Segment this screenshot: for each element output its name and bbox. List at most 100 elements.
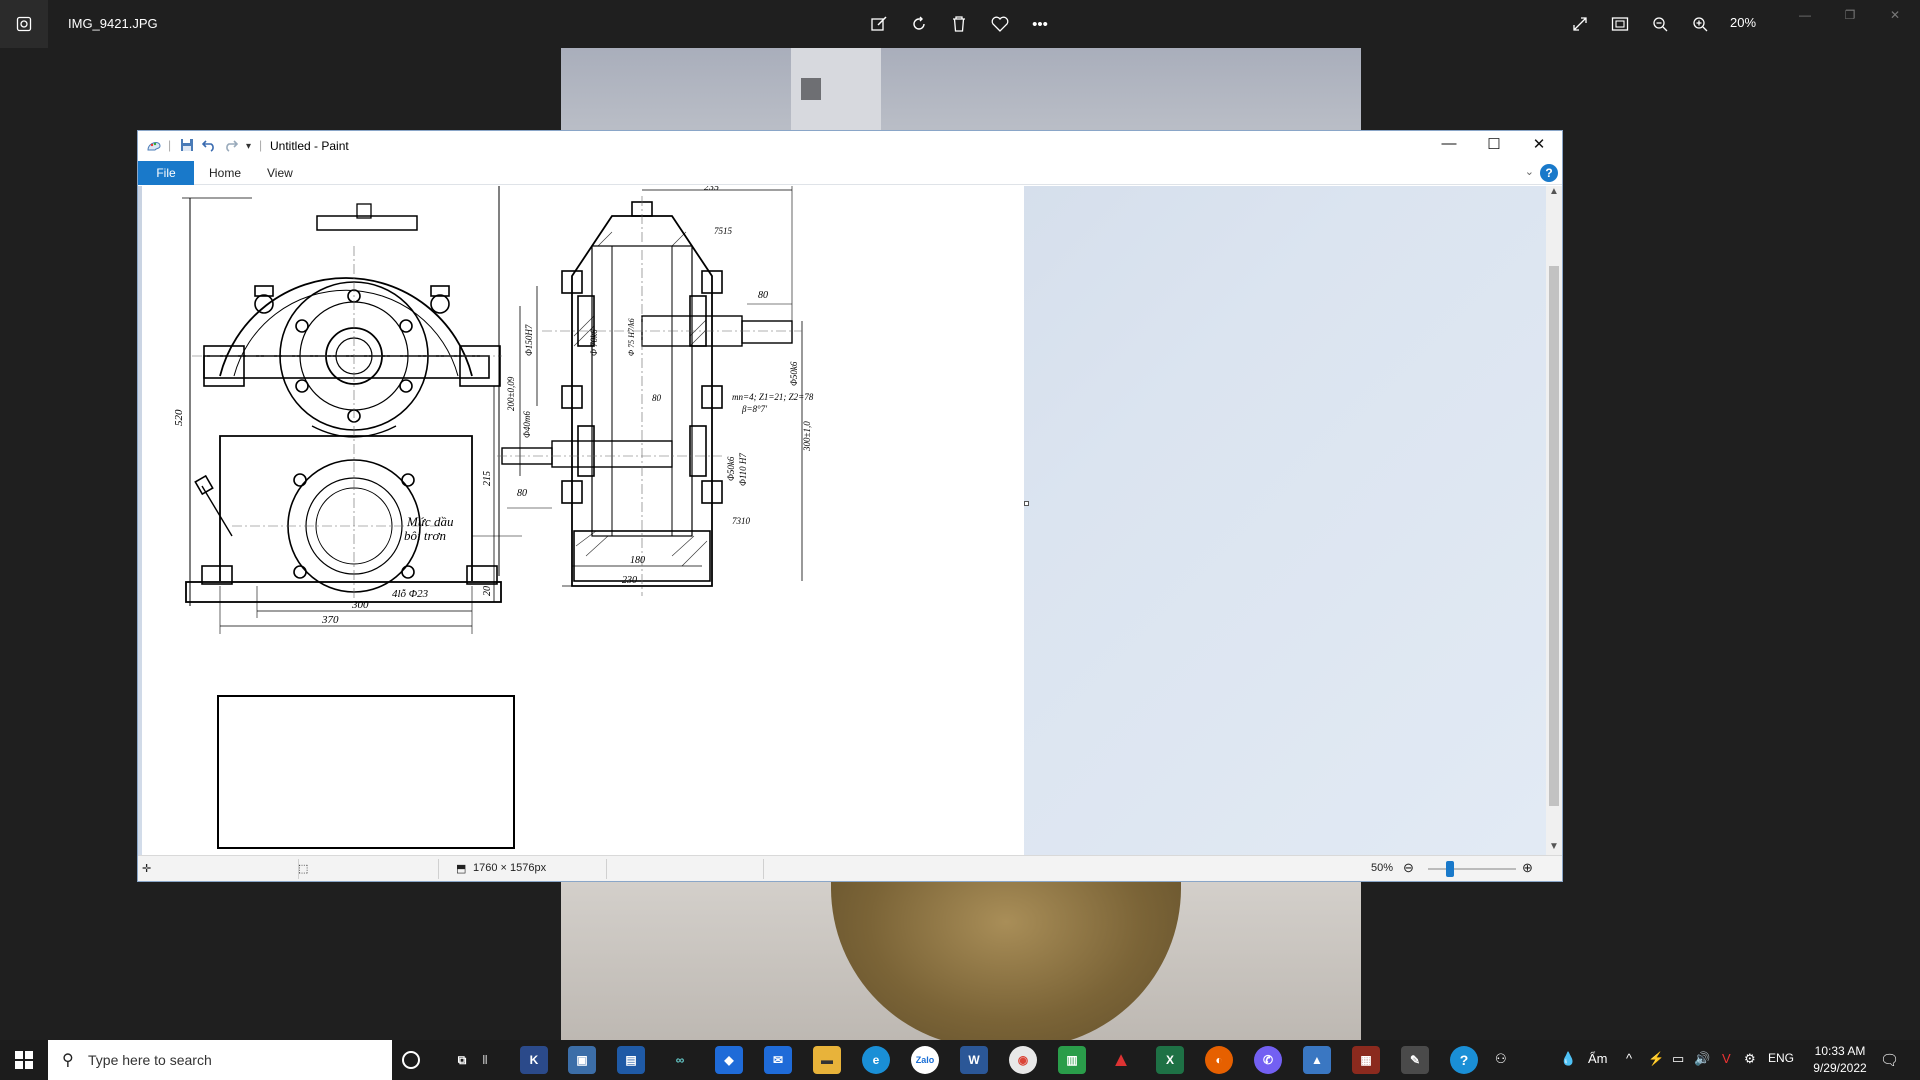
edit-image-icon[interactable] [867,12,891,36]
paint-app-icon [146,138,162,155]
edge-icon[interactable]: e [862,1046,890,1074]
redo-icon[interactable] [224,138,239,155]
title-block-box [217,695,515,849]
weather-icon[interactable]: 💧 [1560,1051,1576,1067]
label-370: 370 [321,614,339,626]
photos-app-icon[interactable] [0,0,48,48]
tab-home[interactable]: Home [209,166,241,180]
task-view-icon[interactable]: ⧉ [448,1046,476,1074]
label-230: 230 [622,575,637,586]
scrollbar-thumb[interactable] [1549,266,1559,806]
paint-maximize-icon[interactable]: ☐ [1479,135,1509,157]
word-icon[interactable]: W [960,1046,988,1074]
label-300: 300 [351,599,369,611]
zoom-percentage: 50% [1371,862,1394,874]
fullscreen-icon[interactable] [1568,12,1592,36]
viber-icon[interactable]: ✆ [1254,1046,1282,1074]
label-200: 200±0,09 [506,376,516,411]
label-holes: 4lỗ Φ23 [392,588,429,600]
close-icon[interactable]: ✕ [1885,8,1905,28]
tray-expand-icon[interactable]: ^ [1626,1051,1632,1066]
label-80-top: 80 [758,290,768,301]
delete-icon[interactable] [947,12,971,36]
minimize-icon[interactable]: — [1795,8,1815,28]
vietkey-icon[interactable]: V [1722,1051,1731,1066]
status-separator [763,859,764,879]
taskbar: ⚲ Type here to search ⧉ ‖ K ▣ ▤ ∞ ◆ ✉ ▬ … [0,1040,1920,1080]
favorite-heart-icon[interactable] [988,12,1012,36]
label-bearing-7515: 7515 [714,226,733,236]
undo-icon[interactable] [201,138,216,155]
zoom-slider-knob[interactable] [1446,861,1454,877]
clock-time[interactable]: 10:33 AM [1810,1044,1870,1058]
restore-icon[interactable]: ❐ [1840,8,1860,28]
network-icon[interactable]: ⚡ [1648,1051,1664,1067]
label-70k6: Φ 70k6 [589,329,599,356]
photo-file-name: IMG_9421.JPG [68,16,158,31]
label-215: 215 [482,471,493,486]
zoom-out-button[interactable]: ⊖ [1403,860,1414,876]
start-button[interactable] [0,1040,48,1080]
titlebar-separator-2: | [259,138,263,152]
excel-icon[interactable]: X [1156,1046,1184,1074]
winrar-icon[interactable]: ▦ [1352,1046,1380,1074]
vertical-scrollbar[interactable]: ▲ ▼ [1546,186,1562,857]
file-explorer-icon[interactable]: ▬ [813,1046,841,1074]
scroll-up-icon[interactable]: ▲ [1546,186,1562,202]
paint-close-icon[interactable]: ✕ [1524,135,1554,157]
sheets-app-icon[interactable]: ▥ [1058,1046,1086,1074]
label-oil-level-1: Mức dầu [406,514,454,529]
label-520: 520 [173,409,185,426]
canvas-size-icon: ⬒ [456,863,467,875]
volume-icon[interactable]: 🔊 [1694,1051,1710,1067]
zoom-in-button[interactable]: ⊕ [1522,860,1533,876]
dropbox-icon[interactable]: ◆ [715,1046,743,1074]
taskbar-separator-icon: ‖ [482,1053,488,1067]
label-beta: β=8°7' [741,404,768,414]
status-separator [438,859,439,879]
fit-to-window-icon[interactable] [1608,12,1632,36]
clock-date[interactable]: 9/29/2022 [1806,1061,1874,1075]
rotate-icon[interactable] [907,12,931,36]
status-separator [606,859,607,879]
expand-ribbon-icon[interactable]: ⌄ [1525,165,1534,178]
canvas-size-text: 1760 × 1576px [473,862,547,874]
tab-view[interactable]: View [267,166,293,180]
taskbar-search-box[interactable]: ⚲ Type here to search [48,1040,392,1080]
zoom-in-icon[interactable] [1688,12,1712,36]
label-300-tolerance: 300±1,0 [802,421,812,452]
canvas-resize-handle[interactable] [1024,501,1029,506]
chrome-icon[interactable]: ◉ [1009,1046,1037,1074]
paint-minimize-icon[interactable]: — [1434,135,1464,157]
zoom-out-icon[interactable] [1648,12,1672,36]
zoom-slider-track[interactable] [1428,868,1516,870]
customize-quick-access-icon[interactable]: ▾ [246,141,251,152]
tab-file[interactable]: File [138,161,194,185]
photos-taskbar-icon[interactable]: ▣ [568,1046,596,1074]
firefox-icon[interactable]: ◐ [1205,1046,1233,1074]
help-icon[interactable]: ? [1540,164,1558,182]
app-icon-blue-k[interactable]: K [520,1046,548,1074]
paint-titlebar: | ▾ | Untitled - Paint — ☐ ✕ [138,131,1562,161]
help-app-icon[interactable]: ? [1450,1046,1478,1074]
infinity-app-icon[interactable]: ∞ [666,1046,694,1074]
save-icon[interactable] [180,138,194,155]
vpn-icon[interactable]: ⚙ [1744,1051,1756,1067]
photos-titlebar: IMG_9421.JPG ••• 20% — ❐ ✕ [0,0,1920,48]
photos-app-icon-2[interactable]: ▲ [1303,1046,1331,1074]
cortana-icon[interactable] [402,1051,420,1069]
search-icon: ⚲ [62,1052,74,1069]
zalo-icon[interactable]: Zalo [911,1046,939,1074]
mail-icon[interactable]: ✉ [764,1046,792,1074]
photo-dark-mark [801,78,821,100]
battery-icon[interactable]: ▭ [1672,1051,1684,1067]
language-indicator[interactable]: ENG [1768,1051,1794,1065]
store-icon[interactable]: ▤ [617,1046,645,1074]
people-icon[interactable]: ⚇ [1495,1051,1507,1067]
notifications-icon[interactable]: 🗨 [1880,1051,1899,1069]
status-bar: ✛ ⬚ ⬒ 1760 × 1576px 50% ⊖ ⊕ [138,855,1562,881]
more-options-icon[interactable]: ••• [1028,12,1052,36]
drawing-canvas[interactable]: 520 300 370 4lỗ Φ23 Mức dầu bôi trơn 215… [142,186,1024,857]
paint-taskbar-icon[interactable]: ✎ [1401,1046,1429,1074]
acrobat-icon[interactable]: ▲ [1107,1046,1135,1074]
